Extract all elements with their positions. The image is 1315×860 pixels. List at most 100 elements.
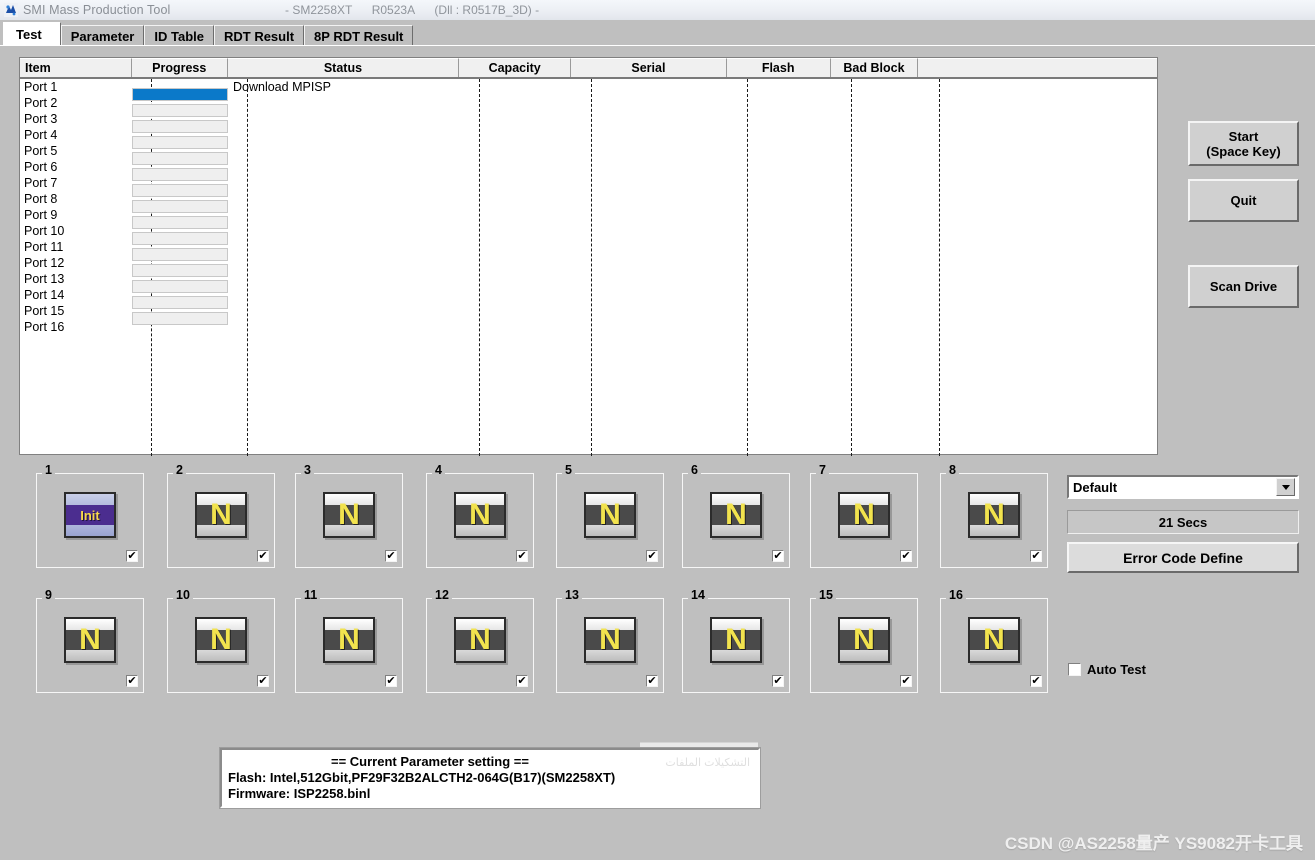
port-group-14[interactable]: 14 N ✔ xyxy=(682,589,790,693)
port-group-number: 15 xyxy=(816,589,836,601)
grid-row[interactable]: Port 10 xyxy=(20,223,1157,245)
grid-row[interactable]: Port 14 xyxy=(20,287,1157,309)
grid-cell-item: Port 14 xyxy=(24,288,65,302)
grid-cell-item: Port 6 xyxy=(24,160,58,174)
port-group-9[interactable]: 9 N ✔ xyxy=(36,589,144,693)
grid-cell-item: Port 5 xyxy=(24,144,58,158)
port-enable-checkbox[interactable]: ✔ xyxy=(772,675,784,687)
elapsed-time-value: 21 Secs xyxy=(1158,514,1208,530)
preset-dropdown[interactable]: Default xyxy=(1067,475,1299,499)
tab-8p-rdt-result[interactable]: 8P RDT Result xyxy=(304,25,414,46)
start-button[interactable]: Start (Space Key) xyxy=(1188,121,1299,166)
port-group-12[interactable]: 12 N ✔ xyxy=(426,589,534,693)
error-code-define-button[interactable]: Error Code Define xyxy=(1067,542,1299,573)
grid-cell-item: Port 15 xyxy=(24,304,65,318)
port-status-tile: N xyxy=(968,492,1020,538)
grid-header-flash[interactable]: Flash xyxy=(726,58,831,77)
port-group-16[interactable]: 16 N ✔ xyxy=(940,589,1048,693)
grid-row[interactable]: Port 16 xyxy=(20,319,1157,335)
quit-button-label: Quit xyxy=(1230,193,1257,208)
grid-header-status[interactable]: Status xyxy=(227,58,460,77)
port-status-glyph: N xyxy=(338,623,360,656)
grid-header-serial[interactable]: Serial xyxy=(571,58,727,77)
grid-row[interactable]: Port 3 xyxy=(20,111,1157,133)
start-button-line1: Start xyxy=(1228,128,1259,144)
port-enable-checkbox[interactable]: ✔ xyxy=(1030,675,1042,687)
port-enable-checkbox[interactable]: ✔ xyxy=(516,675,528,687)
port-group-5[interactable]: 5 N ✔ xyxy=(556,464,664,568)
grid-header-bad-block[interactable]: Bad Block xyxy=(830,58,919,77)
port-group-4[interactable]: 4 N ✔ xyxy=(426,464,534,568)
window-meta-dll: (Dll : R0517B_3D) - xyxy=(434,3,540,17)
port-enable-checkbox[interactable]: ✔ xyxy=(772,550,784,562)
grid-row[interactable]: Port 11 xyxy=(20,239,1157,261)
grid-header-row: Item Progress Status Capacity Serial Flash Bad… xyxy=(20,58,1157,79)
tab-test[interactable]: Test xyxy=(3,22,61,46)
grid-body: Port 1 Download MPISP Port 2 Port 3 Port 4 Po… xyxy=(20,79,1157,335)
grid-row[interactable]: Port 9 xyxy=(20,207,1157,229)
port-status-glyph: N xyxy=(853,498,875,531)
grid-header-capacity[interactable]: Capacity xyxy=(459,58,572,77)
tab-rdt-result[interactable]: RDT Result xyxy=(213,25,305,46)
port-status-glyph: Init xyxy=(80,507,100,523)
port-group-number: 3 xyxy=(301,464,314,476)
port-group-number: 9 xyxy=(42,589,55,601)
port-group-2[interactable]: 2 N ✔ xyxy=(167,464,275,568)
port-group-6[interactable]: 6 N ✔ xyxy=(682,464,790,568)
port-group-7[interactable]: 7 N ✔ xyxy=(810,464,918,568)
port-status-empty-icon: N xyxy=(64,617,116,663)
grid-row[interactable]: Port 5 xyxy=(20,143,1157,165)
port-enable-checkbox[interactable]: ✔ xyxy=(126,675,138,687)
port-status-empty-icon: N xyxy=(195,492,247,538)
port-status-glyph: N xyxy=(725,498,747,531)
port-status-tile: N xyxy=(195,617,247,663)
port-group-number: 6 xyxy=(688,464,701,476)
port-group-number: 11 xyxy=(301,589,321,601)
port-enable-checkbox[interactable]: ✔ xyxy=(646,675,658,687)
grid-row[interactable]: Port 15 xyxy=(20,303,1157,325)
port-enable-checkbox[interactable]: ✔ xyxy=(385,550,397,562)
port-status-glyph: N xyxy=(599,623,621,656)
grid-row[interactable]: Port 12 xyxy=(20,255,1157,277)
port-status-empty-icon: N xyxy=(584,492,636,538)
grid-row[interactable]: Port 8 xyxy=(20,191,1157,213)
grid-row[interactable]: Port 4 xyxy=(20,127,1157,149)
grid-row[interactable]: Port 7 xyxy=(20,175,1157,197)
port-group-11[interactable]: 11 N ✔ xyxy=(295,589,403,693)
window-meta-chip: - SM2258XT xyxy=(285,3,353,17)
grid-header-item[interactable]: Item xyxy=(20,58,132,77)
grid-row[interactable]: Port 1 Download MPISP xyxy=(20,79,1157,101)
port-enable-checkbox[interactable]: ✔ xyxy=(900,675,912,687)
scan-drive-button[interactable]: Scan Drive xyxy=(1188,265,1299,308)
grid-row[interactable]: Port 6 xyxy=(20,159,1157,181)
port-status-tile: N xyxy=(838,492,890,538)
tab-id-table[interactable]: ID Table xyxy=(144,25,214,46)
auto-test-checkbox-box[interactable] xyxy=(1068,663,1081,676)
port-group-3[interactable]: 3 N ✔ xyxy=(295,464,403,568)
chevron-down-icon[interactable] xyxy=(1276,478,1295,496)
port-enable-checkbox[interactable]: ✔ xyxy=(257,550,269,562)
port-enable-checkbox[interactable]: ✔ xyxy=(646,550,658,562)
port-group-10[interactable]: 10 N ✔ xyxy=(167,589,275,693)
window-meta-fw: R0523A xyxy=(371,3,416,17)
port-enable-checkbox[interactable]: ✔ xyxy=(1030,550,1042,562)
grid-header-blank[interactable] xyxy=(918,58,1157,77)
tab-parameter[interactable]: Parameter xyxy=(60,25,145,46)
port-enable-checkbox[interactable]: ✔ xyxy=(257,675,269,687)
grid-row[interactable]: Port 13 xyxy=(20,271,1157,293)
port-group-13[interactable]: 13 N ✔ xyxy=(556,589,664,693)
grid-header-progress[interactable]: Progress xyxy=(131,58,228,77)
port-enable-checkbox[interactable]: ✔ xyxy=(126,550,138,562)
port-group-number: 2 xyxy=(173,464,186,476)
auto-test-checkbox[interactable]: Auto Test xyxy=(1068,662,1146,677)
port-group-1[interactable]: 1 Init ✔ xyxy=(36,464,144,568)
port-group-15[interactable]: 15 N ✔ xyxy=(810,589,918,693)
start-button-line2: (Space Key) xyxy=(1206,143,1281,159)
port-enable-checkbox[interactable]: ✔ xyxy=(385,675,397,687)
port-group-8[interactable]: 8 N ✔ xyxy=(940,464,1048,568)
port-enable-checkbox[interactable]: ✔ xyxy=(900,550,912,562)
auto-test-label: Auto Test xyxy=(1087,662,1146,677)
quit-button[interactable]: Quit xyxy=(1188,179,1299,222)
port-enable-checkbox[interactable]: ✔ xyxy=(516,550,528,562)
grid-row[interactable]: Port 2 xyxy=(20,95,1157,117)
